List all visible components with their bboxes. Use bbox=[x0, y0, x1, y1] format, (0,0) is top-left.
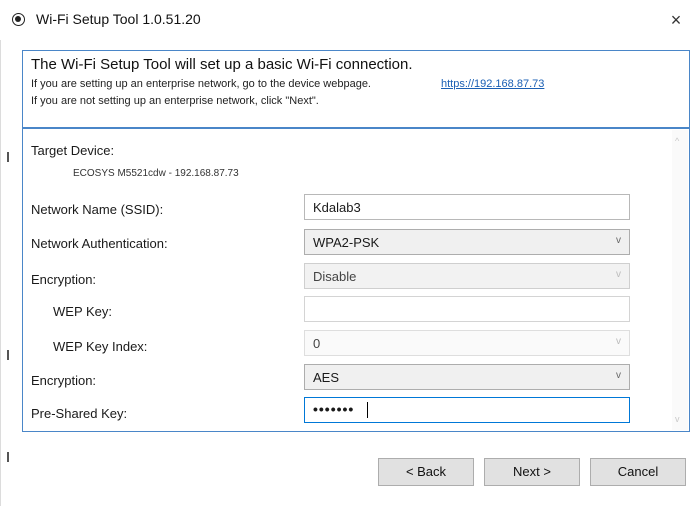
edge-tick bbox=[7, 452, 9, 462]
window-left-edge bbox=[0, 40, 11, 506]
encryption-value-2: AES bbox=[313, 370, 340, 385]
encryption-label-1: Encryption: bbox=[31, 272, 97, 287]
basic-instructions: If you are not setting up an enterprise … bbox=[31, 95, 319, 107]
encryption-select-1[interactable]: Disable v bbox=[304, 263, 630, 289]
network-auth-label: Network Authentication: bbox=[31, 236, 168, 251]
scroll-down-icon[interactable]: v bbox=[675, 414, 680, 424]
target-device-label: Target Device: bbox=[31, 143, 115, 158]
app-icon bbox=[12, 13, 25, 26]
back-button[interactable]: < Back bbox=[378, 458, 474, 486]
wep-key-label: WEP Key: bbox=[53, 304, 113, 319]
window-title: Wi-Fi Setup Tool 1.0.51.20 bbox=[36, 11, 201, 27]
wep-key-index-value: 0 bbox=[313, 336, 321, 351]
next-button[interactable]: Next > bbox=[484, 458, 580, 486]
wep-key-index-select[interactable]: 0 v bbox=[304, 330, 630, 356]
network-auth-value: WPA2-PSK bbox=[313, 235, 380, 250]
chevron-down-icon: v bbox=[616, 235, 621, 246]
cancel-button[interactable]: Cancel bbox=[590, 458, 686, 486]
ssid-input[interactable]: Kdalab3 bbox=[304, 194, 630, 220]
device-webpage-link[interactable]: https://192.168.87.73 bbox=[441, 78, 544, 90]
title-bar: Wi-Fi Setup Tool 1.0.51.20 × bbox=[0, 0, 696, 40]
encryption-value-1: Disable bbox=[313, 269, 357, 284]
encryption-select-2[interactable]: AES v bbox=[304, 364, 630, 390]
pre-shared-key-input[interactable]: ••••••• bbox=[304, 397, 630, 423]
wep-key-index-label: WEP Key Index: bbox=[53, 339, 148, 354]
chevron-down-icon: v bbox=[616, 336, 621, 347]
ssid-label: Network Name (SSID): bbox=[31, 202, 164, 217]
chevron-down-icon: v bbox=[616, 269, 621, 280]
scroll-up-icon[interactable]: ^ bbox=[675, 136, 679, 146]
vertical-scrollbar[interactable]: ^ v bbox=[672, 130, 688, 430]
enterprise-instructions: If you are setting up an enterprise netw… bbox=[31, 78, 371, 90]
encryption-label-2: Encryption: bbox=[31, 373, 97, 388]
network-auth-select[interactable]: WPA2-PSK v bbox=[304, 229, 630, 255]
edge-tick bbox=[7, 350, 9, 360]
wep-key-input[interactable] bbox=[304, 296, 630, 322]
intro-panel: The Wi-Fi Setup Tool will set up a basic… bbox=[22, 50, 690, 128]
edge-tick bbox=[7, 152, 9, 162]
pre-shared-key-label: Pre-Shared Key: bbox=[31, 406, 128, 421]
text-caret bbox=[367, 402, 368, 418]
intro-heading: The Wi-Fi Setup Tool will set up a basic… bbox=[31, 56, 413, 73]
chevron-down-icon: v bbox=[616, 370, 621, 381]
target-device-value: ECOSYS M5521cdw - 192.168.87.73 bbox=[73, 168, 239, 179]
close-button[interactable]: × bbox=[664, 8, 688, 32]
ssid-value: Kdalab3 bbox=[313, 200, 361, 215]
pre-shared-key-value: ••••••• bbox=[313, 401, 355, 417]
